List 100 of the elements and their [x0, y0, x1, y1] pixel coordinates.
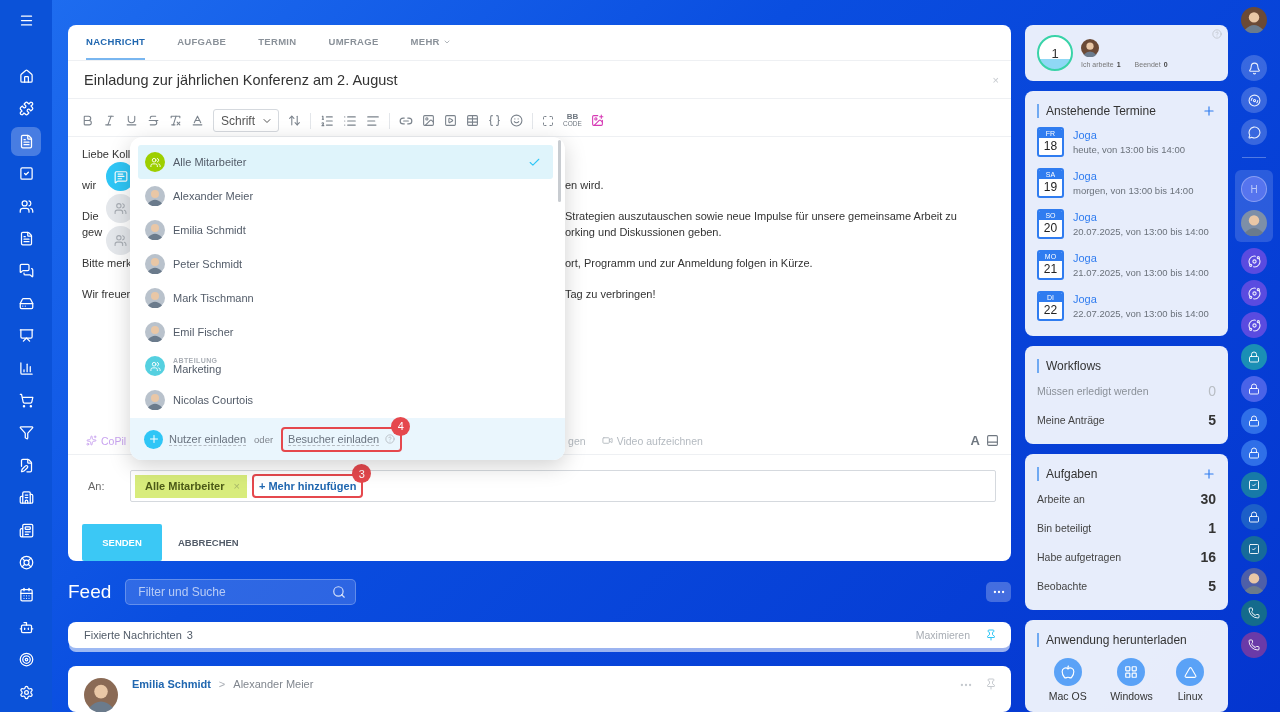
item-name: Nicolas Courtois	[173, 394, 254, 406]
widget-title: Anstehende Termine	[1046, 104, 1156, 118]
event-title[interactable]: Joga	[1073, 210, 1209, 223]
strikethrough-icon[interactable]	[147, 114, 160, 127]
body-text: en wird.	[565, 179, 604, 191]
widget-title: Anwendung herunterladen	[1046, 633, 1187, 647]
font-size-icon[interactable]	[288, 114, 301, 127]
item-name: Mark Tischmann	[173, 292, 254, 304]
chat-icon[interactable]	[1241, 119, 1267, 145]
windows-icon	[1124, 665, 1139, 679]
row-label[interactable]: Meine Anträge	[1037, 413, 1105, 426]
row-label[interactable]: Bin beteiligt	[1037, 521, 1092, 534]
body-text: Tag zu verbringen!	[565, 288, 656, 300]
clear-format-icon[interactable]	[169, 114, 182, 127]
dropdown-item[interactable]: Emilia Schmidt	[138, 213, 553, 247]
image-icon[interactable]	[422, 114, 435, 127]
text-color-icon[interactable]	[191, 114, 204, 127]
image-plus-icon[interactable]	[590, 114, 604, 127]
avatar	[84, 678, 118, 712]
bold-icon[interactable]	[81, 114, 94, 127]
body-text: Liebe Koll	[82, 148, 131, 160]
checkbox-icon[interactable]	[1241, 472, 1267, 498]
numbered-list-icon[interactable]	[320, 113, 334, 128]
code-icon[interactable]	[488, 114, 501, 127]
lock-icon[interactable]	[1241, 440, 1267, 466]
tab[interactable]: MEHR	[410, 25, 451, 60]
underline-icon[interactable]	[125, 114, 138, 127]
font-select[interactable]: Schrift	[213, 109, 279, 132]
checkbox-icon[interactable]	[1241, 536, 1267, 562]
panel-icon[interactable]	[986, 434, 999, 447]
event-time: 20.07.2025, von 13:00 bis 14:00	[1073, 225, 1209, 237]
scrollbar[interactable]	[558, 140, 561, 202]
dropdown-item[interactable]: Peter Schmidt	[138, 247, 553, 281]
add-more-link[interactable]: + Mehr hinzufügen	[258, 480, 357, 492]
italic-icon[interactable]	[103, 114, 116, 127]
cancel-button[interactable]: ABBRECHEN	[172, 524, 245, 561]
work-counter: 1	[1037, 35, 1073, 71]
lock-icon[interactable]	[1241, 408, 1267, 434]
event-title[interactable]: Joga	[1073, 292, 1209, 305]
body-text: Die	[82, 210, 99, 222]
event-title[interactable]: Joga	[1073, 128, 1185, 141]
separator-text: >	[218, 678, 226, 690]
fullscreen-icon[interactable]	[542, 114, 554, 127]
avatar	[145, 390, 165, 410]
download-link[interactable]: Windows	[1110, 658, 1153, 702]
avatar	[145, 220, 165, 240]
dropdown-item[interactable]: Nicolas Courtois	[138, 383, 553, 417]
table-icon[interactable]	[466, 114, 479, 127]
invite-users-link[interactable]: Nutzer einladen	[169, 432, 247, 446]
body-text: gew	[82, 226, 103, 238]
body-text: orking und Diskussionen geben.	[565, 226, 722, 238]
event-time: heute, von 13:00 bis 14:00	[1073, 143, 1185, 155]
users-icon	[114, 234, 127, 247]
tab[interactable]: AUFGABE	[177, 25, 227, 60]
lock-icon[interactable]	[1241, 376, 1267, 402]
phone-icon[interactable]	[1241, 600, 1267, 626]
tab[interactable]: TERMIN	[258, 25, 297, 60]
row-count: 0	[1208, 382, 1216, 399]
dropdown-item[interactable]: Emil Fischer	[138, 315, 553, 349]
dropdown-item[interactable]: Mark Tischmann	[138, 281, 553, 315]
dropdown-item[interactable]: Alle Mitarbeiter	[138, 145, 553, 179]
lock-icon[interactable]	[1241, 504, 1267, 530]
chat-search-icon	[113, 169, 128, 184]
pinned-label: Fixierte Nachrichten	[84, 629, 182, 641]
tab[interactable]: NACHRICHT	[86, 25, 146, 60]
disc-icon[interactable]	[1241, 87, 1267, 113]
bell-icon[interactable]	[1241, 55, 1267, 81]
emoji-icon[interactable]	[510, 114, 523, 127]
orbit-icon[interactable]	[1241, 312, 1267, 338]
bullet-list-icon[interactable]	[343, 113, 357, 128]
apple-icon	[1060, 665, 1075, 679]
tab[interactable]: UMFRAGE	[328, 25, 379, 60]
phone-icon[interactable]	[1241, 632, 1267, 658]
event-title[interactable]: Joga	[1073, 169, 1194, 182]
formatting-toggle[interactable]: A	[970, 433, 980, 448]
dropdown-item[interactable]: Alexander Meier	[138, 179, 553, 213]
download-link[interactable]: Mac OS	[1048, 658, 1087, 702]
event-title[interactable]: Joga	[1073, 251, 1209, 264]
author-link[interactable]: Emilia Schmidt	[132, 678, 211, 690]
body-text: ort, Programm und zur Anmeldung folgen in Kürze.	[565, 257, 813, 269]
widget-title: Workflows	[1046, 359, 1102, 373]
invite-guests-link[interactable]: Besucher einladen	[288, 432, 380, 446]
row-label[interactable]: Arbeite an	[1037, 492, 1085, 505]
row-label[interactable]: Beobachte	[1037, 579, 1088, 592]
group-icon	[145, 152, 165, 172]
more-button[interactable]	[986, 582, 1011, 602]
search-icon[interactable]	[332, 585, 347, 599]
lock-icon[interactable]	[1241, 344, 1267, 370]
sparkles-icon	[86, 435, 97, 446]
body-text: Wir freuer	[82, 288, 131, 300]
body-text: Bitte merk	[82, 257, 132, 269]
document-icon[interactable]	[11, 127, 41, 156]
body-text: Strategien auszutauschen sowie neue Impulse für unsere gemeinsame Arbeit zu	[565, 210, 957, 222]
video-icon[interactable]	[444, 114, 457, 127]
align-icon[interactable]	[366, 113, 380, 128]
step-badge: 3	[352, 464, 372, 483]
orbit-icon[interactable]	[1241, 280, 1267, 306]
row-label[interactable]: Habe aufgetragen	[1037, 550, 1122, 563]
orbit-icon[interactable]	[1241, 248, 1267, 274]
recipient-chip[interactable]: Alle Mitarbeiter ×	[135, 474, 247, 498]
